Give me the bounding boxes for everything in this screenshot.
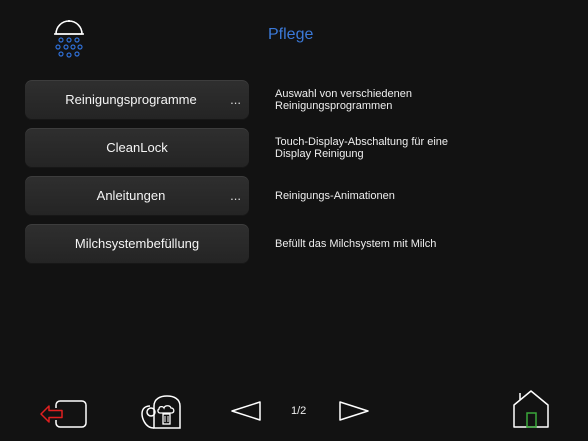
description-anleitungen: Reinigungs-Animationen [275,176,535,216]
description-reinigungsprogramme: Auswahl von verschiedenen Reinigungsprog… [275,80,535,120]
page-indicator: 1/2 [291,405,307,417]
description-milchsystem: Befüllt das Milchsystem mit Milch [275,224,535,264]
cup-steam-icon[interactable] [140,394,186,430]
footer-bar: 1/2 [0,388,588,436]
description-line: Reinigungs-Animationen [275,190,395,202]
menu: Reinigungsprogramme ... CleanLock Anleit… [25,80,249,272]
exit-icon[interactable] [38,398,90,430]
descriptions: Auswahl von verschiedenen Reinigungsprog… [275,80,535,272]
home-icon[interactable] [510,388,552,430]
more-options-icon: ... [230,92,241,107]
screen: Pflege Reinigungsprogramme ... CleanLock… [0,0,588,441]
next-arrow-icon[interactable] [338,400,370,422]
more-options-icon: ... [230,188,241,203]
menu-item-label: CleanLock [106,140,168,155]
menu-item-label: Reinigungsprogramme [65,92,197,107]
menu-item-label: Milchsystembefüllung [74,236,200,251]
shower-icon [54,20,84,58]
cleanlock-button[interactable]: CleanLock [25,128,249,168]
page-title: Pflege [268,26,314,43]
description-line: Touch-Display-Abschaltung für eine [275,136,449,148]
description-line: Befüllt das Milchsystem mit Milch [275,238,437,250]
description-line: Display Reinigung [275,148,364,160]
milchsystembefuellung-button[interactable]: Milchsystembefüllung [25,224,249,264]
previous-arrow-icon[interactable] [230,400,262,422]
reinigungsprogramme-button[interactable]: Reinigungsprogramme ... [25,80,249,120]
description-line: Auswahl von verschiedenen [275,88,412,100]
description-cleanlock: Touch-Display-Abschaltung für eine Displ… [275,128,535,168]
anleitungen-button[interactable]: Anleitungen ... [25,176,249,216]
menu-item-label: Anleitungen [96,188,166,203]
description-line: Reinigungsprogrammen [275,100,393,112]
